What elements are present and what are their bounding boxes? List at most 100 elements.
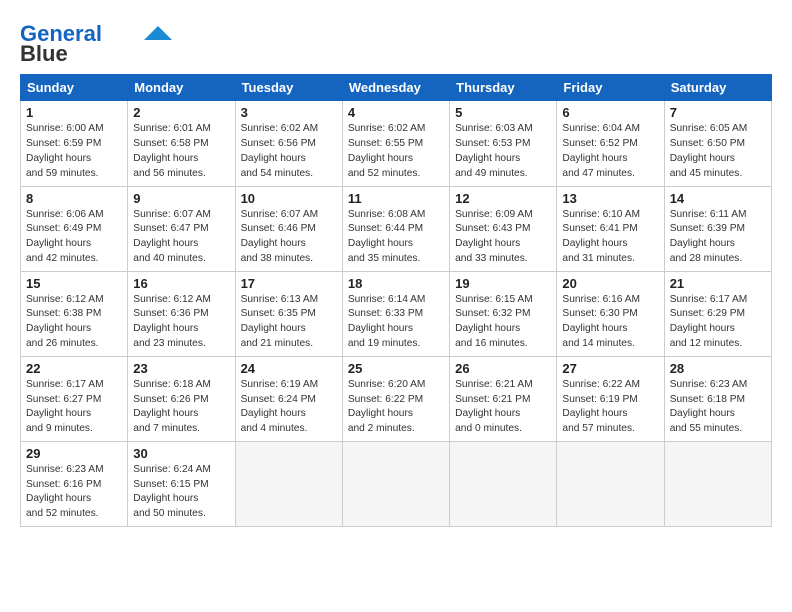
week-row: 15 Sunrise: 6:12 AMSunset: 6:38 PMDaylig… [21, 271, 772, 356]
day-number: 26 [455, 361, 551, 376]
calendar-page: General Blue SundayMondayTuesdayWednesda… [0, 0, 792, 537]
weekday-header-row: SundayMondayTuesdayWednesdayThursdayFrid… [21, 75, 772, 101]
day-info: Sunrise: 6:23 AMSunset: 6:16 PMDaylight … [26, 464, 104, 519]
day-number: 6 [562, 105, 658, 120]
day-number: 7 [670, 105, 766, 120]
day-info: Sunrise: 6:00 AMSunset: 6:59 PMDaylight … [26, 123, 104, 178]
calendar-cell: 20 Sunrise: 6:16 AMSunset: 6:30 PMDaylig… [557, 271, 664, 356]
calendar-cell: 10 Sunrise: 6:07 AMSunset: 6:46 PMDaylig… [235, 186, 342, 271]
day-number: 18 [348, 276, 444, 291]
day-number: 21 [670, 276, 766, 291]
calendar-cell: 14 Sunrise: 6:11 AMSunset: 6:39 PMDaylig… [664, 186, 771, 271]
weekday-header: Wednesday [342, 75, 449, 101]
day-number: 15 [26, 276, 122, 291]
calendar-cell: 26 Sunrise: 6:21 AMSunset: 6:21 PMDaylig… [450, 356, 557, 441]
week-row: 1 Sunrise: 6:00 AMSunset: 6:59 PMDayligh… [21, 101, 772, 186]
week-row: 22 Sunrise: 6:17 AMSunset: 6:27 PMDaylig… [21, 356, 772, 441]
day-info: Sunrise: 6:24 AMSunset: 6:15 PMDaylight … [133, 464, 211, 519]
calendar-cell: 13 Sunrise: 6:10 AMSunset: 6:41 PMDaylig… [557, 186, 664, 271]
day-info: Sunrise: 6:17 AMSunset: 6:27 PMDaylight … [26, 379, 104, 434]
day-number: 9 [133, 191, 229, 206]
calendar-cell: 30 Sunrise: 6:24 AMSunset: 6:15 PMDaylig… [128, 441, 235, 526]
day-info: Sunrise: 6:18 AMSunset: 6:26 PMDaylight … [133, 379, 211, 434]
day-number: 20 [562, 276, 658, 291]
day-number: 28 [670, 361, 766, 376]
calendar-cell [235, 441, 342, 526]
logo: General Blue [20, 22, 172, 66]
day-info: Sunrise: 6:05 AMSunset: 6:50 PMDaylight … [670, 123, 748, 178]
logo-blue: Blue [20, 42, 68, 66]
calendar-cell: 7 Sunrise: 6:05 AMSunset: 6:50 PMDayligh… [664, 101, 771, 186]
day-number: 12 [455, 191, 551, 206]
calendar-cell: 9 Sunrise: 6:07 AMSunset: 6:47 PMDayligh… [128, 186, 235, 271]
calendar-cell: 5 Sunrise: 6:03 AMSunset: 6:53 PMDayligh… [450, 101, 557, 186]
day-info: Sunrise: 6:06 AMSunset: 6:49 PMDaylight … [26, 209, 104, 264]
day-info: Sunrise: 6:11 AMSunset: 6:39 PMDaylight … [670, 209, 747, 264]
day-info: Sunrise: 6:20 AMSunset: 6:22 PMDaylight … [348, 379, 426, 434]
day-info: Sunrise: 6:09 AMSunset: 6:43 PMDaylight … [455, 209, 533, 264]
calendar-cell: 17 Sunrise: 6:13 AMSunset: 6:35 PMDaylig… [235, 271, 342, 356]
weekday-header: Monday [128, 75, 235, 101]
day-info: Sunrise: 6:19 AMSunset: 6:24 PMDaylight … [241, 379, 319, 434]
day-number: 10 [241, 191, 337, 206]
day-number: 23 [133, 361, 229, 376]
week-row: 29 Sunrise: 6:23 AMSunset: 6:16 PMDaylig… [21, 441, 772, 526]
day-info: Sunrise: 6:08 AMSunset: 6:44 PMDaylight … [348, 209, 426, 264]
day-info: Sunrise: 6:03 AMSunset: 6:53 PMDaylight … [455, 123, 533, 178]
day-number: 2 [133, 105, 229, 120]
day-number: 30 [133, 446, 229, 461]
page-header: General Blue [20, 18, 772, 66]
logo-icon [144, 26, 172, 40]
day-info: Sunrise: 6:07 AMSunset: 6:47 PMDaylight … [133, 209, 211, 264]
day-info: Sunrise: 6:12 AMSunset: 6:36 PMDaylight … [133, 294, 211, 349]
day-number: 25 [348, 361, 444, 376]
day-number: 1 [26, 105, 122, 120]
calendar-cell: 22 Sunrise: 6:17 AMSunset: 6:27 PMDaylig… [21, 356, 128, 441]
day-info: Sunrise: 6:14 AMSunset: 6:33 PMDaylight … [348, 294, 426, 349]
calendar-cell: 4 Sunrise: 6:02 AMSunset: 6:55 PMDayligh… [342, 101, 449, 186]
calendar-cell: 25 Sunrise: 6:20 AMSunset: 6:22 PMDaylig… [342, 356, 449, 441]
calendar-cell: 15 Sunrise: 6:12 AMSunset: 6:38 PMDaylig… [21, 271, 128, 356]
calendar-cell: 2 Sunrise: 6:01 AMSunset: 6:58 PMDayligh… [128, 101, 235, 186]
calendar-cell [450, 441, 557, 526]
calendar-table: SundayMondayTuesdayWednesdayThursdayFrid… [20, 74, 772, 527]
day-number: 3 [241, 105, 337, 120]
calendar-cell: 1 Sunrise: 6:00 AMSunset: 6:59 PMDayligh… [21, 101, 128, 186]
day-number: 22 [26, 361, 122, 376]
calendar-cell [664, 441, 771, 526]
day-info: Sunrise: 6:01 AMSunset: 6:58 PMDaylight … [133, 123, 211, 178]
calendar-cell [557, 441, 664, 526]
calendar-cell: 11 Sunrise: 6:08 AMSunset: 6:44 PMDaylig… [342, 186, 449, 271]
calendar-cell: 19 Sunrise: 6:15 AMSunset: 6:32 PMDaylig… [450, 271, 557, 356]
week-row: 8 Sunrise: 6:06 AMSunset: 6:49 PMDayligh… [21, 186, 772, 271]
calendar-cell: 16 Sunrise: 6:12 AMSunset: 6:36 PMDaylig… [128, 271, 235, 356]
day-number: 16 [133, 276, 229, 291]
day-info: Sunrise: 6:17 AMSunset: 6:29 PMDaylight … [670, 294, 748, 349]
day-info: Sunrise: 6:22 AMSunset: 6:19 PMDaylight … [562, 379, 640, 434]
day-info: Sunrise: 6:02 AMSunset: 6:56 PMDaylight … [241, 123, 319, 178]
day-number: 13 [562, 191, 658, 206]
day-info: Sunrise: 6:13 AMSunset: 6:35 PMDaylight … [241, 294, 319, 349]
calendar-cell: 27 Sunrise: 6:22 AMSunset: 6:19 PMDaylig… [557, 356, 664, 441]
day-info: Sunrise: 6:23 AMSunset: 6:18 PMDaylight … [670, 379, 748, 434]
day-number: 27 [562, 361, 658, 376]
calendar-cell [342, 441, 449, 526]
day-info: Sunrise: 6:21 AMSunset: 6:21 PMDaylight … [455, 379, 533, 434]
day-info: Sunrise: 6:12 AMSunset: 6:38 PMDaylight … [26, 294, 104, 349]
day-number: 17 [241, 276, 337, 291]
day-info: Sunrise: 6:10 AMSunset: 6:41 PMDaylight … [562, 209, 640, 264]
calendar-cell: 12 Sunrise: 6:09 AMSunset: 6:43 PMDaylig… [450, 186, 557, 271]
day-number: 14 [670, 191, 766, 206]
weekday-header: Thursday [450, 75, 557, 101]
weekday-header: Saturday [664, 75, 771, 101]
weekday-header: Sunday [21, 75, 128, 101]
day-number: 5 [455, 105, 551, 120]
day-number: 4 [348, 105, 444, 120]
calendar-cell: 6 Sunrise: 6:04 AMSunset: 6:52 PMDayligh… [557, 101, 664, 186]
weekday-header: Tuesday [235, 75, 342, 101]
day-info: Sunrise: 6:15 AMSunset: 6:32 PMDaylight … [455, 294, 533, 349]
calendar-cell: 29 Sunrise: 6:23 AMSunset: 6:16 PMDaylig… [21, 441, 128, 526]
day-info: Sunrise: 6:16 AMSunset: 6:30 PMDaylight … [562, 294, 640, 349]
day-number: 24 [241, 361, 337, 376]
day-number: 19 [455, 276, 551, 291]
